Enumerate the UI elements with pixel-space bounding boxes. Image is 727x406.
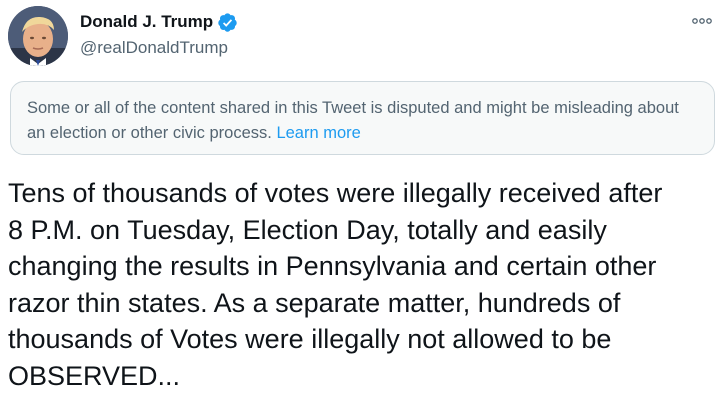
user-handle[interactable]: @realDonaldTrump bbox=[80, 36, 238, 60]
tweet-text-line: OBSERVED... bbox=[8, 360, 181, 391]
name-row: Donald J. Trump bbox=[80, 10, 238, 34]
author-block: Donald J. Trump @realDonaldTrump bbox=[80, 10, 238, 60]
tweet-text: Tens of thousands of votes were illegall… bbox=[8, 175, 720, 394]
tweet-text-line: thousands of Votes were illegally not al… bbox=[8, 324, 612, 354]
display-name[interactable]: Donald J. Trump bbox=[80, 10, 213, 34]
more-horizontal-icon bbox=[691, 13, 713, 31]
more-options-button[interactable] bbox=[687, 10, 717, 34]
disputed-content-notice: Some or all of the content shared in thi… bbox=[10, 81, 715, 155]
tweet-text-line: Tens of thousands of votes were illegall… bbox=[8, 178, 663, 208]
tweet-text-line: changing the results in Pennsylvania and… bbox=[8, 251, 657, 281]
tweet-text-line: 8 P.M. on Tuesday, Election Day, totally… bbox=[8, 214, 607, 245]
verified-badge-icon bbox=[217, 12, 238, 33]
tweet: Donald J. Trump @realDonaldTrump Some or… bbox=[0, 0, 727, 406]
avatar[interactable] bbox=[8, 6, 68, 66]
tweet-text-line: razor thin states. As a separate matter,… bbox=[8, 287, 621, 318]
learn-more-link[interactable]: Learn more bbox=[276, 124, 360, 142]
